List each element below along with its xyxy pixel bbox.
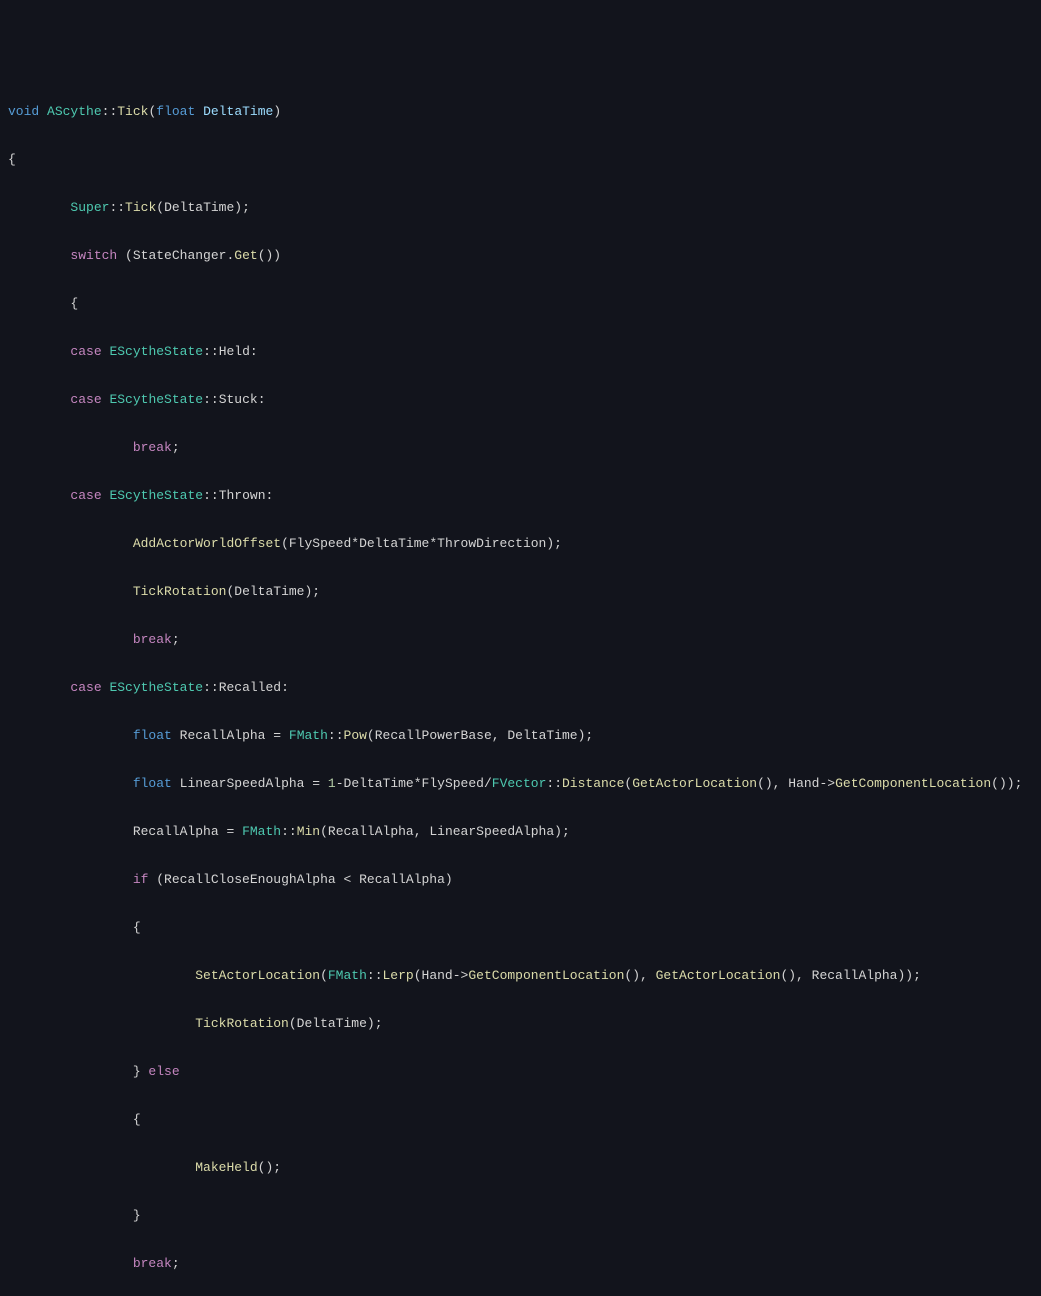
code-line: { [8,1108,1033,1132]
code-line: MakeHeld(); [8,1156,1033,1180]
code-line: } else [8,1060,1033,1084]
code-line: SetActorLocation(FMath::Lerp(Hand->GetCo… [8,964,1033,988]
code-line: RecallAlpha = FMath::Min(RecallAlpha, Li… [8,820,1033,844]
code-line: AddActorWorldOffset(FlySpeed*DeltaTime*T… [8,532,1033,556]
code-line: float LinearSpeedAlpha = 1-DeltaTime*Fly… [8,772,1033,796]
code-editor[interactable]: void AScythe::Tick(float DeltaTime) { Su… [8,100,1033,1296]
code-line: switch (StateChanger.Get()) [8,244,1033,268]
code-line: TickRotation(DeltaTime); [8,580,1033,604]
code-line: case EScytheState::Thrown: [8,484,1033,508]
code-line: if (RecallCloseEnoughAlpha < RecallAlpha… [8,868,1033,892]
code-line: case EScytheState::Held: [8,340,1033,364]
code-line: TickRotation(DeltaTime); [8,1012,1033,1036]
code-line: break; [8,1252,1033,1276]
code-line: } [8,1204,1033,1228]
code-line: case EScytheState::Recalled: [8,676,1033,700]
code-line: case EScytheState::Stuck: [8,388,1033,412]
code-line: break; [8,436,1033,460]
code-line: { [8,292,1033,316]
code-line: break; [8,628,1033,652]
code-line: float RecallAlpha = FMath::Pow(RecallPow… [8,724,1033,748]
code-line: { [8,916,1033,940]
code-line: Super::Tick(DeltaTime); [8,196,1033,220]
code-line: { [8,148,1033,172]
code-line: void AScythe::Tick(float DeltaTime) [8,100,1033,124]
